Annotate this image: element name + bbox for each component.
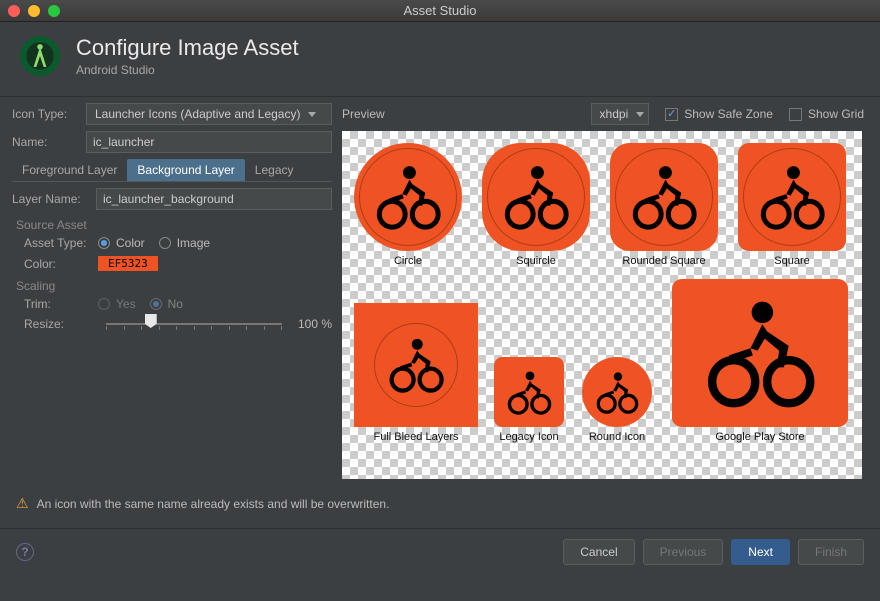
preview-item-label: Google Play Store [672, 431, 848, 443]
titlebar: Asset Studio [0, 0, 880, 22]
next-button[interactable]: Next [731, 539, 790, 565]
preview-label: Preview [342, 107, 385, 121]
chevron-down-icon [636, 112, 644, 117]
asset-type-image-radio[interactable]: Image [159, 236, 210, 250]
dialog-header: Configure Image Asset Android Studio [0, 22, 880, 97]
trim-no-radio[interactable]: No [150, 297, 183, 311]
android-studio-logo [18, 34, 62, 78]
previous-button[interactable]: Previous [643, 539, 724, 565]
window-title: Asset Studio [0, 3, 880, 18]
preview-canvas: Circle Squircle Rounded Square [342, 131, 862, 479]
icon-type-label: Icon Type: [12, 107, 86, 121]
cyclist-icon [505, 370, 553, 415]
resize-slider[interactable] [106, 320, 282, 328]
preview-item-label: Circle [354, 255, 462, 267]
preview-item-label: Legacy Icon [494, 431, 564, 443]
cyclist-icon [594, 371, 640, 414]
icon-type-select[interactable]: Launcher Icons (Adaptive and Legacy) [86, 103, 332, 125]
radio-label-image: Image [177, 236, 210, 250]
tab-legacy[interactable]: Legacy [245, 159, 304, 181]
layer-tabs: Foreground Layer Background Layer Legacy [12, 159, 332, 182]
radio-label-color: Color [116, 236, 145, 250]
cyclist-icon [701, 298, 819, 408]
config-panel: Icon Type: Launcher Icons (Adaptive and … [12, 103, 342, 479]
preview-item-label: Squircle [482, 255, 590, 267]
density-value: xhdpi [596, 107, 633, 121]
layer-name-input[interactable] [96, 188, 332, 210]
warning-text: An icon with the same name already exist… [37, 497, 390, 511]
icon-type-value: Launcher Icons (Adaptive and Legacy) [91, 107, 304, 121]
source-asset-heading: Source Asset [16, 218, 332, 232]
checkbox-icon [665, 108, 678, 121]
show-grid-checkbox[interactable]: Show Grid [789, 107, 864, 121]
color-label: Color: [24, 257, 98, 271]
dialog-subtitle: Android Studio [76, 63, 299, 77]
dialog-footer: ? Cancel Previous Next Finish [0, 528, 880, 575]
name-input[interactable] [86, 131, 332, 153]
name-label: Name: [12, 135, 86, 149]
preview-item-label: Square [738, 255, 846, 267]
preview-panel: Preview xhdpi Show Safe Zone Show Grid [342, 103, 868, 479]
warning-icon: ⚠ [16, 495, 29, 512]
tab-foreground[interactable]: Foreground Layer [12, 159, 127, 181]
asset-type-color-radio[interactable]: Color [98, 236, 145, 250]
show-safe-zone-checkbox[interactable]: Show Safe Zone [665, 107, 773, 121]
trim-label: Trim: [24, 297, 98, 311]
minimize-window-button[interactable] [28, 5, 40, 17]
help-button[interactable]: ? [16, 543, 34, 561]
scaling-heading: Scaling [16, 279, 332, 293]
warning-message: ⚠ An icon with the same name already exi… [0, 479, 880, 528]
cancel-button[interactable]: Cancel [563, 539, 634, 565]
resize-label: Resize: [24, 317, 98, 331]
chevron-down-icon [308, 112, 316, 117]
tab-background[interactable]: Background Layer [127, 159, 244, 181]
trim-yes-radio[interactable]: Yes [98, 297, 136, 311]
color-swatch[interactable]: EF5323 [98, 256, 158, 271]
maximize-window-button[interactable] [48, 5, 60, 17]
density-select[interactable]: xhdpi [591, 103, 650, 125]
preview-item-label: Rounded Square [610, 255, 718, 267]
dialog-title: Configure Image Asset [76, 35, 299, 61]
resize-value: 100 % [290, 317, 332, 331]
finish-button[interactable]: Finish [798, 539, 864, 565]
close-window-button[interactable] [8, 5, 20, 17]
preview-item-label: Round Icon [582, 431, 652, 443]
preview-item-label: Full Bleed Layers [354, 431, 478, 443]
asset-type-label: Asset Type: [24, 236, 98, 250]
layer-name-label: Layer Name: [12, 192, 96, 206]
checkbox-icon [789, 108, 802, 121]
